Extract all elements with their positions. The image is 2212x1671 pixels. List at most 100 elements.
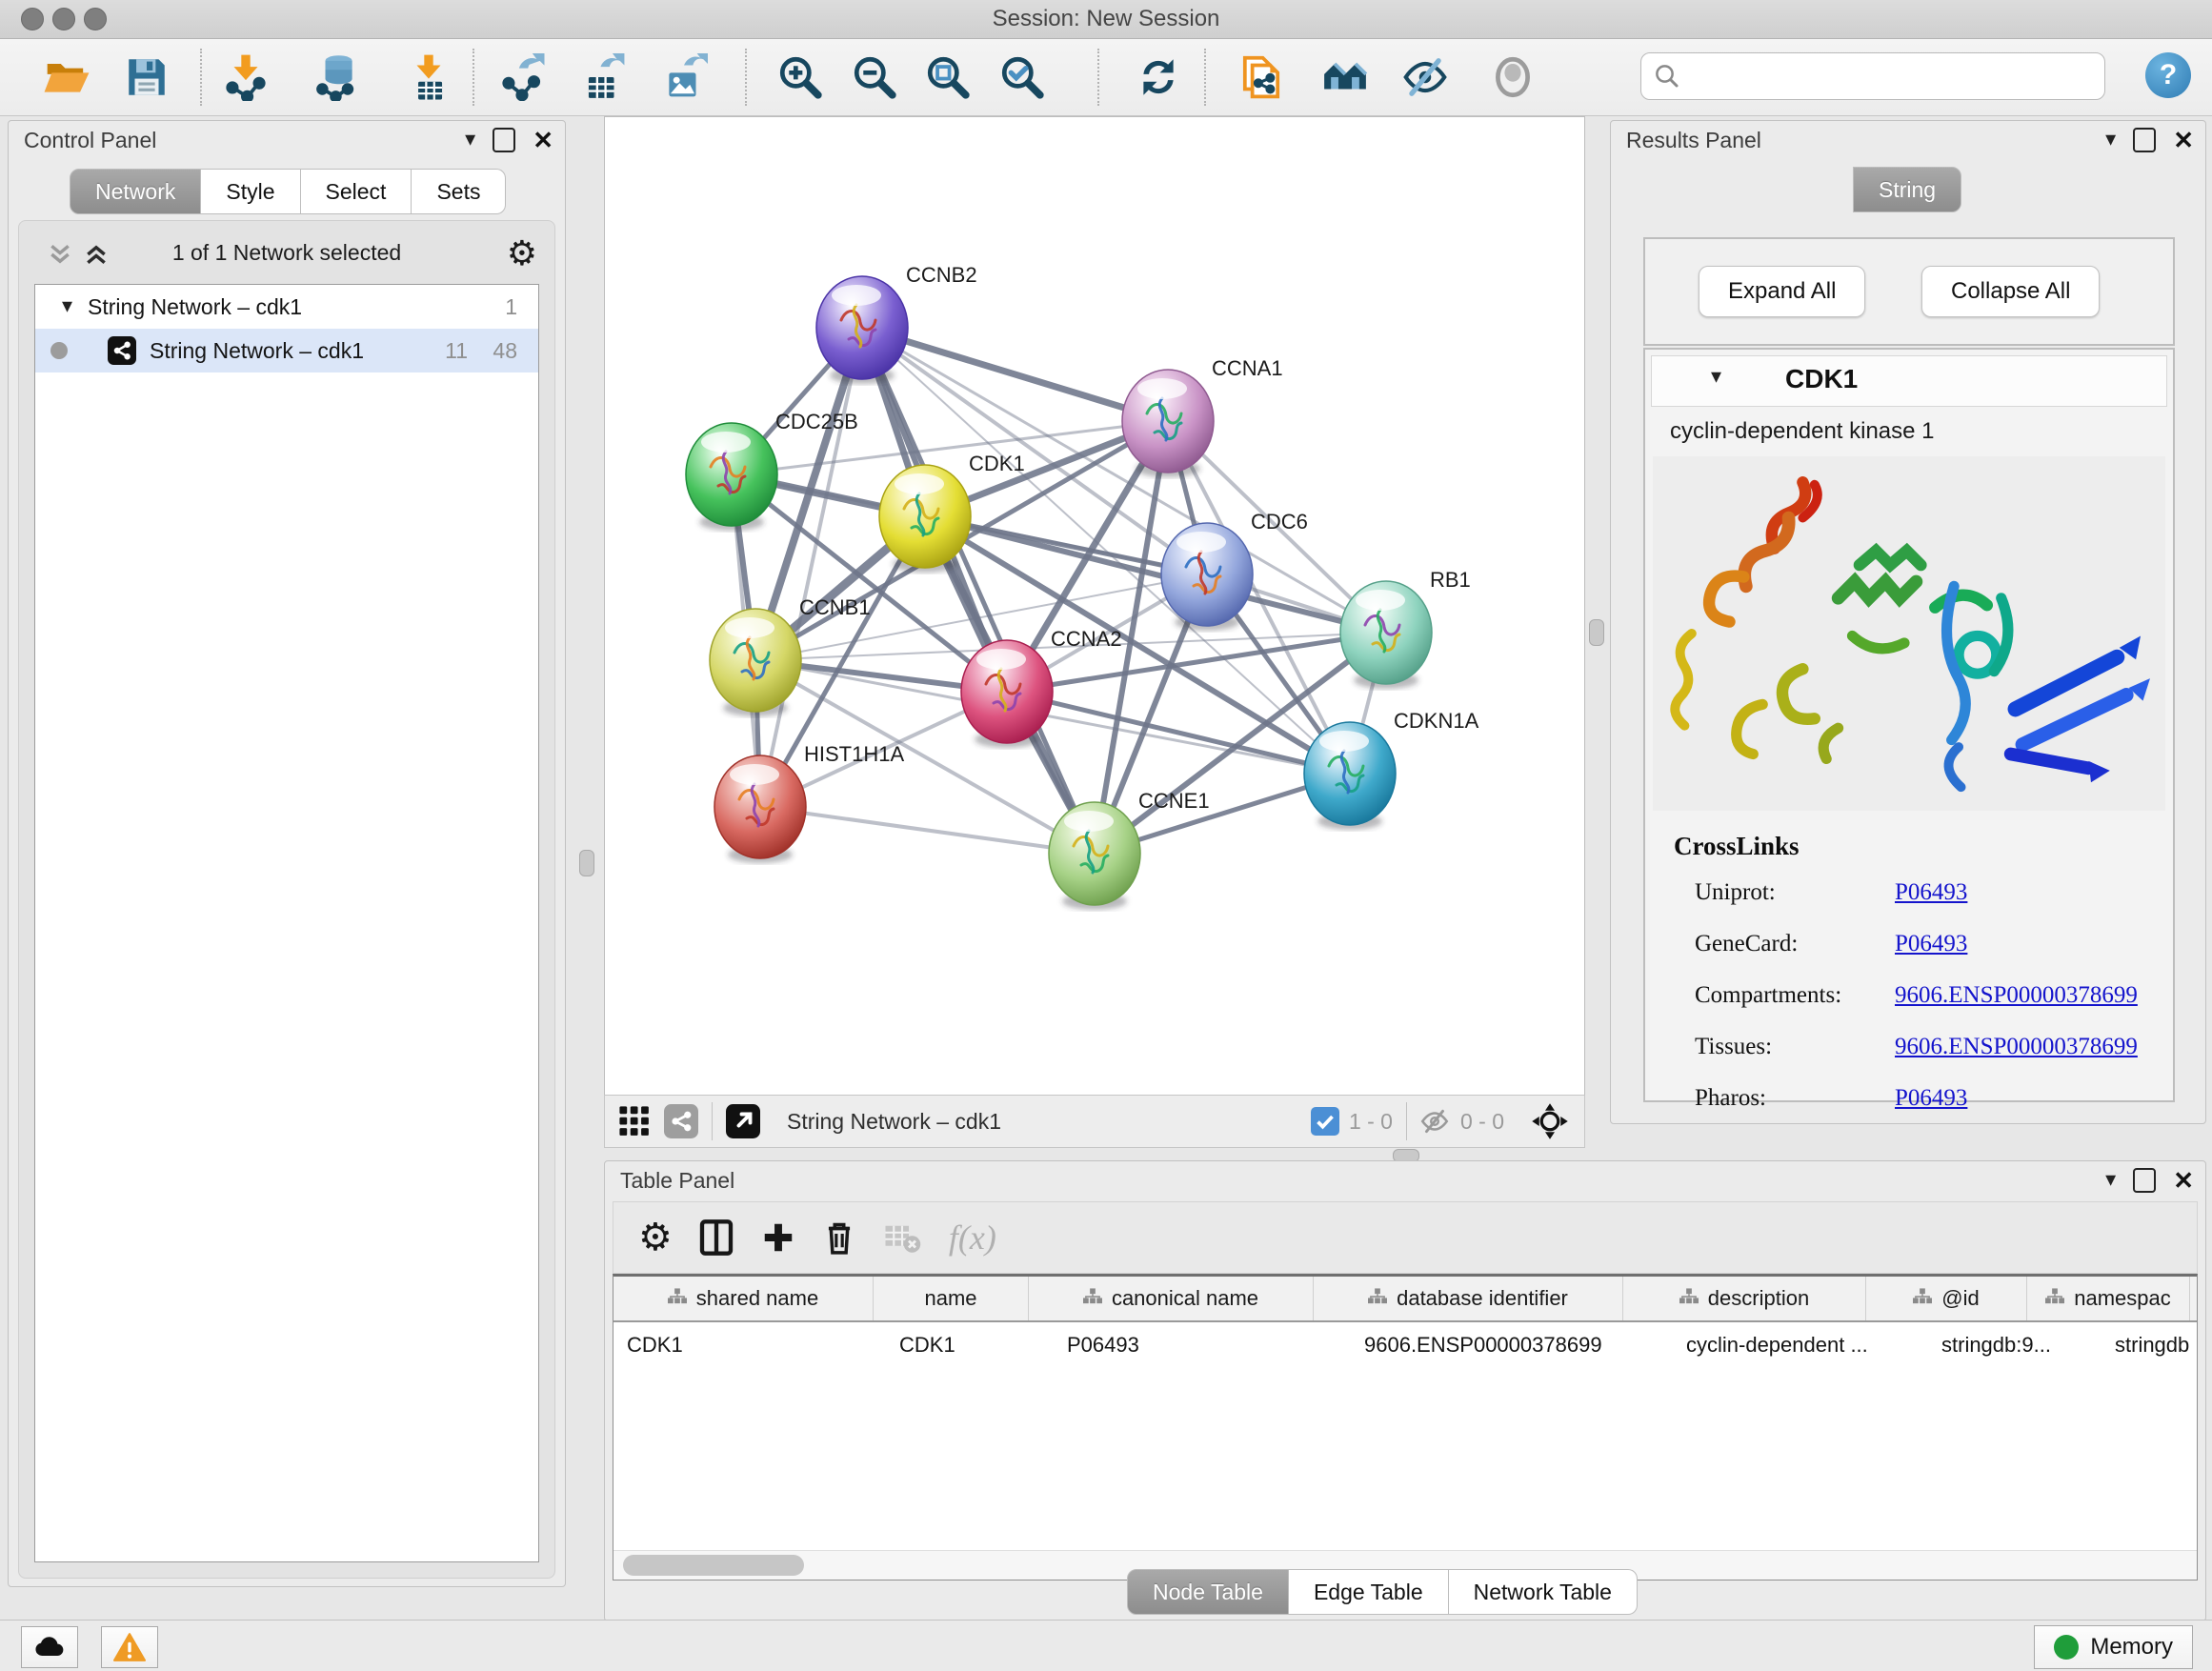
tab-edge-table[interactable]: Edge Table <box>1289 1569 1449 1615</box>
delete-column-trash-icon[interactable] <box>821 1219 857 1256</box>
left-splitter-handle[interactable] <box>579 850 594 876</box>
tab-style[interactable]: Style <box>201 169 300 214</box>
hidden-counts: 0 - 0 <box>1460 1109 1504 1135</box>
zoom-in-button[interactable] <box>774 50 827 104</box>
table-row[interactable]: CDK1CDK1P064939606.ENSP00000378699cyclin… <box>613 1322 2197 1368</box>
network-edge[interactable] <box>760 807 1095 854</box>
memory-button[interactable]: Memory <box>2034 1625 2193 1669</box>
close-panel-icon[interactable]: ✕ <box>533 130 553 151</box>
table-settings-gear-icon[interactable]: ⚙ <box>638 1216 673 1259</box>
column-header--id[interactable]: @id <box>1866 1277 2027 1320</box>
crosslink-link[interactable]: 9606.ENSP00000378699 <box>1895 1034 2138 1060</box>
crosslink-link[interactable]: 9606.ENSP00000378699 <box>1895 982 2138 1009</box>
table-cell[interactable]: CDK1 <box>886 1333 1054 1358</box>
network-edge[interactable] <box>862 328 1168 421</box>
network-edge[interactable] <box>862 328 1095 854</box>
import-network-button[interactable] <box>219 50 272 104</box>
selected-checkbox-icon[interactable] <box>1311 1107 1339 1136</box>
float-panel-icon[interactable] <box>2133 128 2156 152</box>
export-image-button[interactable] <box>657 50 711 104</box>
network-node[interactable]: CCNA1 <box>1122 356 1283 477</box>
network-type-button[interactable] <box>664 1104 698 1138</box>
zoom-selected-button[interactable] <box>995 50 1049 104</box>
table-cell[interactable]: stringdb <box>2101 1333 2198 1358</box>
crosslink-link[interactable]: P06493 <box>1895 931 1967 957</box>
tab-sets[interactable]: Sets <box>412 169 506 214</box>
cloud-status-button[interactable] <box>21 1626 78 1668</box>
refresh-layout-button[interactable] <box>1132 50 1185 104</box>
table-cell[interactable]: cyclin-dependent ... <box>1673 1333 1928 1358</box>
network-collection-row[interactable]: ▾ String Network – cdk1 1 <box>35 285 538 329</box>
maximize-window-button[interactable] <box>84 8 107 30</box>
column-header-name[interactable]: name <box>874 1277 1029 1320</box>
tab-string[interactable]: String <box>1853 167 1961 212</box>
collection-expand-icon[interactable]: ▾ <box>62 295 72 318</box>
network-node[interactable]: CDKN1A <box>1304 709 1479 830</box>
float-panel-icon[interactable] <box>2133 1168 2156 1193</box>
tab-node-table[interactable]: Node Table <box>1127 1569 1289 1615</box>
section-collapse-icon[interactable]: ▾ <box>1711 366 1721 389</box>
table-cell[interactable]: CDK1 <box>613 1333 886 1358</box>
show-columns-icon[interactable] <box>697 1218 735 1257</box>
close-window-button[interactable] <box>21 8 44 30</box>
table-cell[interactable]: stringdb:9... <box>1928 1333 2101 1358</box>
fit-crosshair-icon[interactable] <box>1531 1102 1569 1140</box>
float-panel-icon[interactable] <box>493 128 515 152</box>
scrollbar-thumb[interactable] <box>623 1555 804 1576</box>
network-view-canvas[interactable]: CCNB2CCNA1CDC25BCDK1CDC6RB1CCNB1CCNA2CDK… <box>604 116 1585 1096</box>
open-view-button[interactable] <box>726 1104 760 1138</box>
warnings-button[interactable] <box>101 1626 158 1668</box>
panel-menu-icon[interactable]: ▾ <box>2105 1169 2116 1192</box>
function-builder-icon: f(x) <box>949 1218 996 1258</box>
network-node[interactable]: HIST1H1A <box>714 742 904 863</box>
birdseye-grid-button[interactable] <box>618 1105 651 1137</box>
table-cell[interactable]: P06493 <box>1054 1333 1351 1358</box>
column-type-icon <box>1083 1286 1102 1311</box>
export-table-button[interactable] <box>575 50 629 104</box>
network-node[interactable]: RB1 <box>1340 568 1471 689</box>
panel-menu-icon[interactable]: ▾ <box>465 129 475 151</box>
close-panel-icon[interactable]: ✕ <box>2173 1170 2194 1191</box>
network-node[interactable]: CDK1 <box>879 452 1025 573</box>
minimize-window-button[interactable] <box>52 8 75 30</box>
column-header-description[interactable]: description <box>1623 1277 1866 1320</box>
panel-menu-icon[interactable]: ▾ <box>2105 129 2116 151</box>
close-panel-icon[interactable]: ✕ <box>2173 130 2194 151</box>
column-header-shared-name[interactable]: shared name <box>613 1277 874 1320</box>
network-row-selected[interactable]: String Network – cdk1 11 48 <box>35 329 538 372</box>
network-view-toolbar: String Network – cdk1 1 - 0 0 - 0 <box>604 1095 1585 1148</box>
help-button[interactable]: ? <box>2145 52 2191 98</box>
import-database-button[interactable] <box>311 50 364 104</box>
right-splitter-handle[interactable] <box>1589 619 1604 646</box>
hidden-eye-icon[interactable] <box>1418 1105 1451 1137</box>
open-session-button[interactable] <box>40 50 93 104</box>
table-header-row: shared namenamecanonical namedatabase id… <box>613 1277 2197 1322</box>
search-input[interactable] <box>1687 63 2097 90</box>
column-header-canonical-name[interactable]: canonical name <box>1029 1277 1314 1320</box>
export-network-button[interactable] <box>495 50 549 104</box>
hide-selected-button[interactable] <box>1398 50 1452 104</box>
expand-all-button[interactable]: Expand All <box>1699 266 1865 317</box>
network-options-gear-icon[interactable]: ⚙ <box>507 234 537 273</box>
import-table-button[interactable] <box>402 50 455 104</box>
tab-network-table[interactable]: Network Table <box>1449 1569 1638 1615</box>
create-column-plus-icon[interactable] <box>760 1219 796 1256</box>
network-node[interactable]: CDC6 <box>1161 510 1308 631</box>
zoom-fit-button[interactable] <box>921 50 975 104</box>
column-header-database-identifier[interactable]: database identifier <box>1314 1277 1623 1320</box>
tab-network[interactable]: Network <box>70 169 201 214</box>
home-views-button[interactable] <box>1318 50 1372 104</box>
tab-select[interactable]: Select <box>301 169 412 214</box>
crosslink-link[interactable]: P06493 <box>1895 1085 1967 1112</box>
save-session-button[interactable] <box>120 50 173 104</box>
column-header-namespac[interactable]: namespac <box>2027 1277 2190 1320</box>
new-network-from-selection-button[interactable] <box>1235 50 1288 104</box>
zoom-out-button[interactable] <box>848 50 901 104</box>
search-field[interactable] <box>1640 52 2105 100</box>
network-node[interactable]: CCNB2 <box>816 263 977 384</box>
table-cell[interactable]: 9606.ENSP00000378699 <box>1351 1333 1673 1358</box>
collapse-all-button[interactable]: Collapse All <box>1921 266 2100 317</box>
node-section-header[interactable]: ▾ CDK1 <box>1651 355 2167 407</box>
crosslink-link[interactable]: P06493 <box>1895 879 1967 906</box>
show-all-button[interactable] <box>1486 50 1539 104</box>
